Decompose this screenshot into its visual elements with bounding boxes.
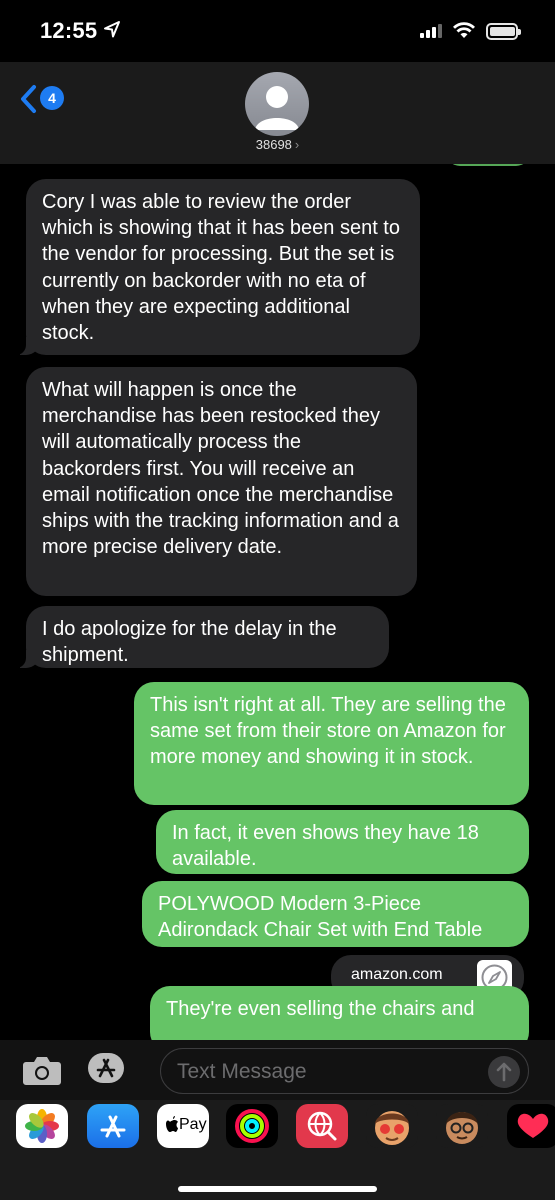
link-domain: amazon.com — [351, 966, 443, 983]
compose-bar: Text Message — [0, 1040, 555, 1100]
outgoing-link-title[interactable]: POLYWOOD Modern 3-Piece Adirondack Chair… — [142, 881, 529, 947]
contact-avatar[interactable] — [245, 72, 309, 136]
message-input[interactable]: Text Message — [160, 1048, 529, 1094]
home-indicator[interactable] — [178, 1186, 377, 1192]
apple-pay-icon[interactable]: Pay — [157, 1104, 209, 1148]
conversation-header: 4 38698 › — [0, 62, 555, 164]
wifi-icon — [453, 22, 475, 38]
message-list[interactable]: Cory I was able to review the order whic… — [0, 164, 555, 1044]
send-arrow-icon — [496, 1062, 512, 1082]
memoji-icon[interactable] — [436, 1104, 488, 1148]
back-chevron-icon[interactable] — [18, 84, 40, 114]
status-time: 12:55 — [40, 18, 98, 43]
app-store-icon[interactable] — [87, 1104, 139, 1148]
photos-app-icon[interactable] — [16, 1104, 68, 1148]
contact-name[interactable]: 38698 › — [0, 137, 555, 152]
activity-icon[interactable] — [226, 1104, 278, 1148]
camera-icon[interactable] — [22, 1054, 62, 1086]
outgoing-message[interactable]: They're even selling the chairs and — [150, 986, 529, 1044]
status-bar: 12:55 — [0, 0, 555, 62]
incoming-message[interactable]: Cory I was able to review the order whic… — [16, 179, 420, 355]
digital-touch-icon[interactable] — [507, 1104, 555, 1148]
signal-icon — [420, 24, 442, 38]
send-button[interactable] — [488, 1056, 520, 1088]
contact-number[interactable]: 38698 — [256, 137, 292, 152]
app-store-a-icon — [96, 1058, 116, 1078]
outgoing-message[interactable]: In fact, it even shows they have 18 avai… — [156, 810, 529, 874]
incoming-message[interactable]: What will happen is once the merchandise… — [26, 367, 417, 596]
battery-icon — [486, 23, 521, 40]
outgoing-message[interactable]: This isn't right at all. They are sellin… — [134, 682, 529, 805]
app-drawer: Pay — [0, 1100, 555, 1200]
search-globe-icon[interactable] — [296, 1104, 348, 1148]
incoming-message[interactable]: I do apologize for the delay in the ship… — [16, 606, 389, 668]
app-store-button[interactable] — [88, 1053, 124, 1083]
contact-chevron-icon: › — [294, 137, 300, 152]
location-arrow-icon — [104, 21, 120, 38]
apple-pay-label: Pay — [179, 1116, 207, 1133]
memoji-stickers-icon[interactable] — [366, 1104, 418, 1148]
message-placeholder: Text Message — [177, 1060, 307, 1083]
outgoing-bubble-partial — [446, 164, 530, 166]
unread-badge[interactable]: 4 — [40, 86, 64, 110]
person-icon — [255, 86, 299, 130]
